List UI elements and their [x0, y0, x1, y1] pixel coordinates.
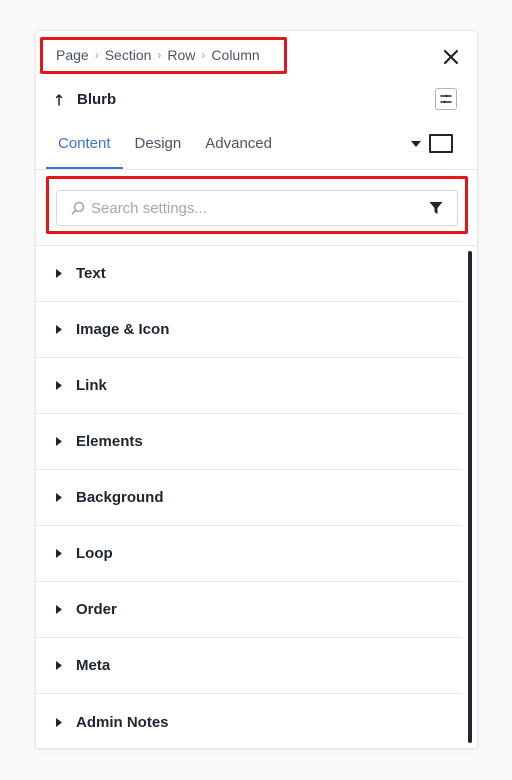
tab-bar: Content Design Advanced — [46, 127, 284, 169]
option-group-label: Background — [76, 489, 164, 506]
option-group-list: Text Image & Icon Link Elements Backgrou… — [36, 246, 462, 748]
undo-arrow-icon[interactable] — [56, 93, 69, 106]
option-group-label: Order — [76, 601, 117, 618]
desktop-view-icon[interactable] — [429, 134, 453, 153]
close-button[interactable] — [443, 49, 459, 65]
breadcrumb-separator: › — [94, 48, 99, 62]
option-group-label: Meta — [76, 657, 111, 674]
preset-settings-button[interactable] — [435, 88, 457, 110]
module-title: Blurb — [77, 91, 117, 108]
tab-design[interactable]: Design — [123, 127, 194, 167]
option-group-label: Loop — [76, 545, 113, 562]
breadcrumb-item-row[interactable]: Row — [167, 47, 195, 63]
caret-right-icon — [56, 437, 62, 446]
search-field[interactable] — [56, 190, 458, 226]
tab-controls — [411, 134, 453, 153]
breadcrumb-item-page[interactable]: Page — [56, 47, 89, 63]
caret-right-icon — [56, 549, 62, 558]
option-group-label: Text — [76, 265, 106, 282]
breadcrumb-item-section[interactable]: Section — [105, 47, 152, 63]
option-group-link[interactable]: Link — [36, 358, 462, 414]
option-group-admin-notes[interactable]: Admin Notes — [36, 694, 462, 748]
preset-settings-icon — [440, 94, 452, 104]
caret-right-icon — [56, 381, 62, 390]
header-divider — [36, 169, 477, 170]
option-group-label: Image & Icon — [76, 321, 170, 338]
search-icon — [71, 201, 85, 215]
module-header: Blurb — [56, 91, 116, 108]
filter-icon[interactable] — [429, 201, 443, 215]
option-group-label: Elements — [76, 433, 143, 450]
caret-right-icon — [56, 325, 62, 334]
breadcrumb: Page › Section › Row › Column — [56, 47, 260, 63]
search-input[interactable] — [91, 191, 429, 225]
scrollbar-thumb[interactable] — [468, 251, 472, 743]
breadcrumb-separator: › — [157, 48, 162, 62]
caret-right-icon — [56, 269, 62, 278]
caret-right-icon — [56, 493, 62, 502]
option-group-label: Link — [76, 377, 107, 394]
tab-content[interactable]: Content — [46, 127, 123, 169]
option-group-background[interactable]: Background — [36, 470, 462, 526]
caret-right-icon — [56, 717, 62, 727]
tab-advanced[interactable]: Advanced — [193, 127, 284, 167]
option-group-image-icon[interactable]: Image & Icon — [36, 302, 462, 358]
option-group-label: Admin Notes — [76, 713, 169, 731]
caret-right-icon — [56, 605, 62, 614]
breadcrumb-item-column[interactable]: Column — [211, 47, 259, 63]
settings-panel: Page › Section › Row › Column Blurb Cont… — [35, 30, 478, 749]
option-group-loop[interactable]: Loop — [36, 526, 462, 582]
caret-right-icon — [56, 661, 62, 670]
option-group-text[interactable]: Text — [36, 246, 462, 302]
close-icon — [443, 49, 459, 65]
option-group-elements[interactable]: Elements — [36, 414, 462, 470]
chevron-down-icon[interactable] — [411, 140, 421, 147]
option-group-meta[interactable]: Meta — [36, 638, 462, 694]
option-group-order[interactable]: Order — [36, 582, 462, 638]
breadcrumb-separator: › — [201, 48, 206, 62]
